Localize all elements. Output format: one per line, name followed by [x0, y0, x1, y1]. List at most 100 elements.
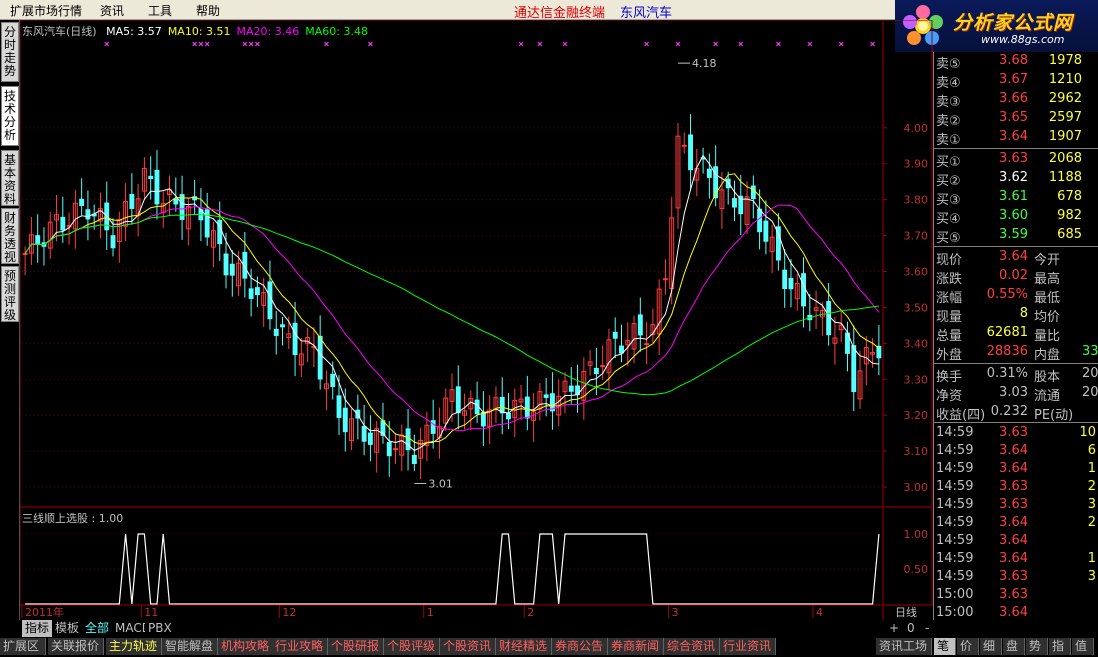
news-tab-5[interactable]: 行业攻略: [272, 638, 328, 655]
detail-tab-1[interactable]: 价: [957, 638, 979, 655]
y-tick-label: 3.10: [904, 445, 929, 458]
x-tick-label: 2011年: [25, 605, 64, 619]
tab-intraday[interactable]: 分时走势: [1, 22, 19, 82]
candle-down: [173, 198, 179, 205]
x-tick-label: 1: [427, 606, 434, 619]
tick-volume: 3: [1087, 569, 1096, 584]
panel-separator: [934, 148, 1098, 149]
tick-row: 15:00 3.63: [934, 586, 1098, 605]
y-tick-label: 3.90: [904, 158, 929, 171]
candle-down: [782, 269, 788, 290]
sell-row: 卖④ 3.67 1210: [934, 71, 1098, 91]
zoom-control-2[interactable]: -: [922, 620, 933, 637]
fin-label: 换手: [936, 370, 963, 385]
stat-row: 涨幅 0.55% 最低: [934, 286, 1098, 306]
tick-price: 3.64: [999, 605, 1028, 620]
tick-price: 3.63: [999, 479, 1028, 494]
tick-volume: 2: [1087, 479, 1096, 494]
news-tab-13[interactable]: 行业资讯: [720, 638, 776, 655]
news-tab-1[interactable]: 关联报价: [48, 638, 104, 655]
candle-down: [688, 134, 693, 171]
zoom-control-0[interactable]: +: [886, 620, 903, 637]
news-tab-2[interactable]: 主力轨迹: [106, 638, 162, 655]
stat-label: 现量: [936, 310, 963, 325]
sell-price: 3.65: [999, 110, 1028, 125]
news-tab-4[interactable]: 机构攻略: [218, 638, 274, 655]
tab-forecast[interactable]: 预测评级: [1, 266, 19, 322]
y-tick-label: 3.80: [904, 194, 929, 207]
news-tab-7[interactable]: 个股评级: [384, 638, 440, 655]
candle-down: [706, 168, 712, 178]
high-label: 4.18: [692, 57, 717, 70]
tab-financials[interactable]: 财务透视: [1, 208, 19, 264]
tab-fundamentals[interactable]: 基本资料: [1, 150, 19, 206]
detail-tab-4[interactable]: 势: [1026, 638, 1048, 655]
buy-level-label: 买②: [936, 174, 961, 189]
panel-separator: [934, 422, 1098, 423]
detail-tab-5[interactable]: 指: [1049, 638, 1071, 655]
buy-volume: 2068: [1048, 151, 1082, 166]
sell-price: 3.67: [999, 72, 1028, 87]
stat-value: 28836: [986, 344, 1028, 359]
tick-volume: 1: [1087, 461, 1096, 476]
chart-canvas[interactable]: 4.00 3.90 3.80 3.70 3.60 3.50 3.40 3.30 3.20 3.10…: [20, 20, 933, 636]
news-tab-14[interactable]: 资讯工场: [876, 638, 932, 655]
detail-tab-0[interactable]: 笔: [934, 638, 956, 655]
sell-row: 卖① 3.64 1907: [934, 128, 1098, 148]
indicator-tab-4[interactable]: PBX: [145, 620, 175, 637]
candle-down: [750, 185, 756, 200]
fin-value: 3.03: [999, 385, 1028, 400]
stat-label: 涨跌: [936, 272, 963, 287]
tick-price: 3.64: [999, 461, 1028, 476]
news-tab-10[interactable]: 券商公告: [552, 638, 608, 655]
candle-down: [851, 345, 857, 393]
signal-x-marker: [248, 41, 254, 47]
candle-down: [732, 198, 737, 208]
menu-extended-market[interactable]: 扩展市场行情: [10, 2, 82, 19]
news-tab-8[interactable]: 个股资讯: [440, 638, 496, 655]
menu-tools[interactable]: 工具: [148, 2, 172, 19]
sell-price: 3.64: [999, 129, 1028, 144]
zoom-control-1[interactable]: 0: [904, 620, 918, 637]
news-tab-11[interactable]: 券商新闻: [608, 638, 664, 655]
news-tab-0[interactable]: 扩展区: [0, 638, 46, 655]
candle-down: [480, 412, 486, 427]
stat-value: 0.55%: [986, 287, 1028, 302]
stat-value: 0.02: [999, 268, 1028, 283]
news-tab-9[interactable]: 财经精选: [496, 638, 552, 655]
fin-row: 换手 0.31% 股本 20: [934, 365, 1098, 385]
menu-news[interactable]: 资讯: [100, 2, 124, 19]
detail-tab-3[interactable]: 盘: [1003, 638, 1025, 655]
stat-label: 涨幅: [936, 291, 963, 306]
indicator-tab-0[interactable]: 指标: [22, 620, 53, 637]
news-tab-6[interactable]: 个股研报: [328, 638, 384, 655]
tick-price: 3.63: [999, 587, 1028, 602]
indicator-tab-1[interactable]: 模板: [52, 620, 83, 637]
news-tab-12[interactable]: 综合资讯: [664, 638, 720, 655]
detail-tab-2[interactable]: 细: [980, 638, 1002, 655]
tick-time: 15:00: [936, 605, 974, 620]
left-view-tabs: 分时走势 技术分析 基本资料 财务透视 预测评级: [0, 20, 20, 636]
kline-chart[interactable]: 4.00 3.90 3.80 3.70 3.60 3.50 3.40 3.30 3.20 3.10…: [20, 20, 933, 636]
tick-price: 3.63: [999, 425, 1028, 440]
tick-row: 14:59 3.64 6: [934, 442, 1098, 461]
sell-row: 卖⑤ 3.68 1978: [934, 52, 1098, 72]
candle-down: [273, 328, 279, 336]
candle-down: [612, 331, 618, 339]
detail-tab-6[interactable]: 值: [1072, 638, 1094, 655]
tick-row: 14:59 3.64 1: [934, 550, 1098, 569]
news-tab-3[interactable]: 智能解盘: [162, 638, 218, 655]
menu-help[interactable]: 帮助: [196, 2, 220, 19]
tick-time: 14:59: [936, 515, 974, 530]
indicator-tab-2[interactable]: 全部: [82, 620, 113, 637]
tick-price: 3.64: [999, 551, 1028, 566]
tick-row: 14:59 3.63 3: [934, 496, 1098, 515]
signal-x-marker: [644, 41, 649, 47]
candle-down: [35, 235, 41, 245]
tab-technical[interactable]: 技术分析: [1, 86, 19, 146]
sell-level-label: 卖③: [936, 95, 961, 110]
buy-row: 买③ 3.61 678: [934, 188, 1098, 208]
stat-row: 总量 62681 量比: [934, 324, 1098, 344]
fin-value: 20: [1082, 366, 1098, 381]
tick-row: 14:59 3.63 3: [934, 568, 1098, 587]
